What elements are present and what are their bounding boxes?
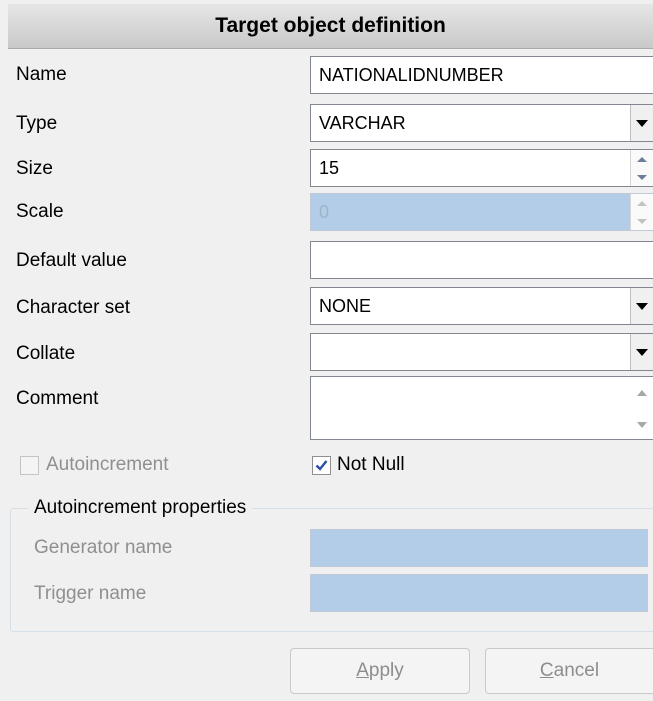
cancel-button[interactable]: Cancel — [485, 648, 653, 694]
autoincrement-checkbox[interactable] — [20, 456, 39, 475]
not-null-label: Not Null — [337, 454, 405, 475]
trigger-name-label: Trigger name — [34, 583, 147, 604]
comment-scrollbar[interactable] — [631, 377, 653, 439]
generator-name-label: Generator name — [34, 537, 173, 558]
panel-title: Target object definition — [215, 14, 446, 37]
collate-dropdown-button[interactable] — [630, 334, 653, 370]
trigger-name-input — [310, 574, 648, 612]
autoincrement-label: Autoincrement — [46, 454, 169, 475]
name-label: Name — [16, 64, 67, 85]
chevron-down-icon — [636, 302, 648, 310]
spin-up-icon[interactable] — [631, 150, 653, 168]
size-spinner[interactable] — [630, 150, 653, 186]
cancel-accelerator: C — [539, 660, 554, 681]
scroll-down-icon[interactable] — [631, 415, 653, 435]
scale-value: 0 — [319, 202, 330, 222]
apply-label: pply — [368, 660, 404, 681]
character-set-dropdown-button[interactable] — [630, 288, 653, 324]
cancel-label: ancel — [553, 660, 600, 681]
spin-down-icon[interactable] — [631, 168, 653, 186]
spin-up-icon — [631, 194, 653, 212]
default-value-input[interactable] — [310, 241, 653, 279]
default-value-label: Default value — [16, 250, 127, 271]
target-object-definition-panel: Target object definition Name NATIONALID… — [0, 0, 653, 701]
size-label: Size — [16, 158, 53, 179]
apply-button[interactable]: Apply — [290, 648, 470, 694]
apply-accelerator: A — [356, 660, 369, 681]
name-input[interactable]: NATIONALIDNUMBER — [310, 56, 653, 94]
not-null-checkbox[interactable] — [312, 456, 331, 475]
comment-textarea[interactable] — [310, 376, 653, 440]
name-value: NATIONALIDNUMBER — [319, 65, 504, 85]
scroll-up-icon[interactable] — [631, 383, 653, 403]
scale-label: Scale — [16, 201, 64, 222]
collate-select[interactable] — [310, 333, 653, 371]
comment-label: Comment — [16, 388, 99, 409]
collate-label: Collate — [16, 343, 76, 364]
size-spin-input[interactable]: 15 — [310, 149, 653, 187]
character-set-label: Character set — [16, 297, 131, 318]
size-value: 15 — [319, 158, 340, 178]
character-set-value: NONE — [319, 296, 372, 316]
spin-down-icon — [631, 212, 653, 230]
type-dropdown-button[interactable] — [630, 105, 653, 141]
type-value: VARCHAR — [319, 113, 406, 133]
generator-name-input — [310, 529, 648, 567]
scale-spin-input: 0 — [310, 193, 653, 231]
chevron-down-icon — [636, 119, 648, 127]
checkmark-icon — [315, 460, 328, 471]
type-select[interactable]: VARCHAR — [310, 104, 653, 142]
type-label: Type — [16, 113, 58, 134]
autoincrement-properties-group — [10, 508, 653, 632]
autoincrement-properties-legend: Autoincrement properties — [28, 496, 253, 520]
scale-spinner — [630, 194, 653, 230]
panel-header: Target object definition — [8, 4, 653, 49]
chevron-down-icon — [636, 348, 648, 356]
character-set-select[interactable]: NONE — [310, 287, 653, 325]
